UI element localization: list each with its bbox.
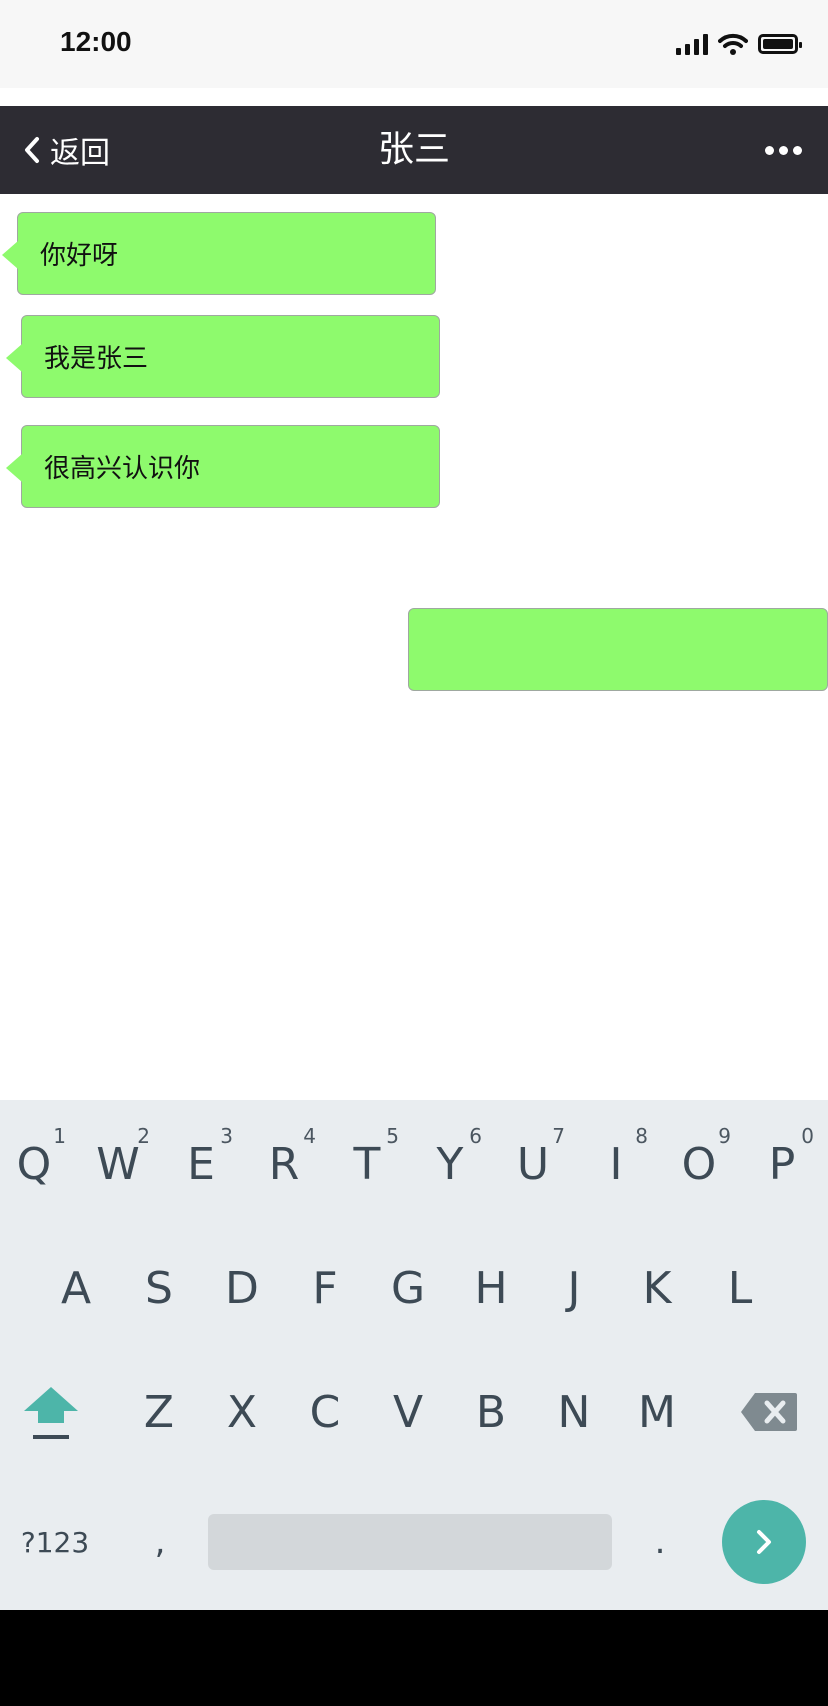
key-o[interactable]: O9: [659, 1114, 739, 1214]
enter-key[interactable]: [722, 1500, 806, 1584]
shift-underline: [33, 1435, 69, 1439]
key-g[interactable]: G: [368, 1238, 448, 1338]
backspace-icon: [741, 1393, 797, 1431]
chat-title: 张三: [377, 129, 450, 170]
shift-key[interactable]: [6, 1362, 96, 1462]
more-icon[interactable]: [765, 106, 802, 194]
key-d[interactable]: D: [202, 1238, 282, 1338]
message-text: 你好呀: [40, 241, 119, 271]
soft-keyboard: Q1 W2 E3 R4 T5 Y6 U7 I8 O9 P0 A S D F G …: [0, 1100, 828, 1610]
key-z[interactable]: Z: [119, 1362, 199, 1462]
message-bubble-incoming[interactable]: 我是张三: [6, 315, 440, 398]
nav-bar: 张三 返回: [0, 106, 828, 194]
back-button[interactable]: 返回: [18, 106, 110, 194]
key-n[interactable]: N: [534, 1362, 614, 1462]
keyboard-row-3: Z X C V B N M: [0, 1362, 828, 1472]
chevron-right-icon: [757, 1530, 771, 1554]
spacebar[interactable]: [208, 1514, 612, 1570]
back-label: 返回: [50, 136, 110, 171]
key-a[interactable]: A: [36, 1238, 116, 1338]
key-s[interactable]: S: [119, 1238, 199, 1338]
wifi-icon: [718, 33, 748, 55]
signal-icon: [676, 33, 708, 55]
key-t[interactable]: T5: [327, 1114, 407, 1214]
key-x[interactable]: X: [202, 1362, 282, 1462]
message-bubble-incoming[interactable]: 很高兴认识你: [6, 425, 440, 508]
key-q[interactable]: Q1: [0, 1114, 74, 1214]
message-text: 我是张三: [44, 344, 149, 374]
key-m[interactable]: M: [617, 1362, 697, 1462]
status-icons: [676, 30, 802, 58]
shift-arrow-icon: [24, 1387, 78, 1423]
keyboard-row-1: Q1 W2 E3 R4 T5 Y6 U7 I8 O9 P0: [0, 1114, 828, 1224]
key-w[interactable]: W2: [78, 1114, 158, 1214]
system-bottom-bar: [0, 1610, 828, 1706]
chevron-left-icon: [18, 136, 46, 164]
key-r[interactable]: R4: [244, 1114, 324, 1214]
key-f[interactable]: F: [285, 1238, 365, 1338]
key-k[interactable]: K: [617, 1238, 697, 1338]
key-h[interactable]: H: [451, 1238, 531, 1338]
status-time: 12:00: [60, 26, 132, 57]
status-bar: 12:00: [0, 0, 828, 88]
symbols-key[interactable]: ?123: [0, 1492, 110, 1592]
key-y[interactable]: Y6: [410, 1114, 490, 1214]
key-e[interactable]: E3: [161, 1114, 241, 1214]
key-c[interactable]: C: [285, 1362, 365, 1462]
comma-key[interactable]: ,: [120, 1492, 200, 1592]
battery-icon: [758, 34, 802, 54]
backspace-key[interactable]: [724, 1362, 814, 1462]
keyboard-row-2: A S D F G H J K L: [0, 1238, 828, 1348]
message-text: 很高兴认识你: [44, 454, 201, 484]
period-key[interactable]: .: [620, 1492, 700, 1592]
key-u[interactable]: U7: [493, 1114, 573, 1214]
key-i[interactable]: I8: [576, 1114, 656, 1214]
key-b[interactable]: B: [451, 1362, 531, 1462]
key-j[interactable]: J: [534, 1238, 614, 1338]
message-bubble-outgoing[interactable]: [408, 608, 828, 691]
key-l[interactable]: L: [700, 1238, 780, 1338]
message-bubble-incoming[interactable]: 你好呀: [2, 212, 436, 295]
key-p[interactable]: P0: [742, 1114, 822, 1214]
key-v[interactable]: V: [368, 1362, 448, 1462]
